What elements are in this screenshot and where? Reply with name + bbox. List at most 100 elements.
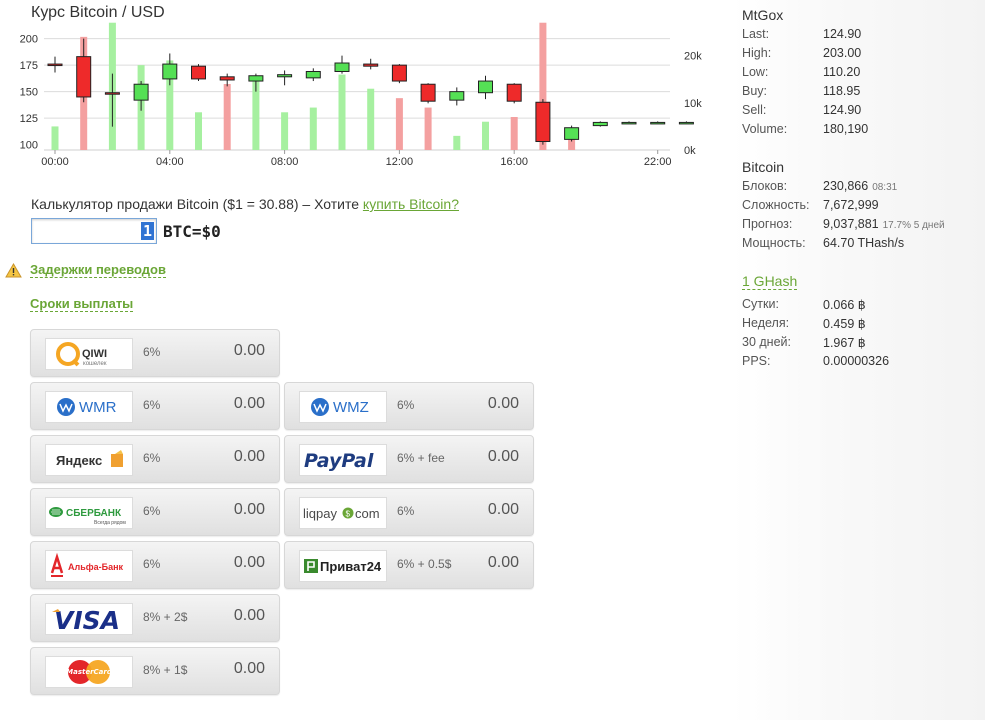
wmz-amount: 0.00 (487, 395, 519, 412)
bitcoin-value: 9,037,881 (823, 217, 879, 231)
mtgox-value: 180,190 (823, 122, 869, 136)
qiwi-fee: 6% (143, 345, 161, 359)
sberbank-logo-text: СБЕРБАНК (66, 508, 122, 519)
y2-tick-label: 20k (684, 51, 702, 63)
tile-sberbank[interactable]: СБЕРБАНК Всегда рядом 6% 0.00 (30, 488, 280, 536)
y-tick-label: 175 (20, 60, 38, 72)
price-chart: 200 175 150 125 100 20k 10k 0k 00:00 04:00 08:00 12… (20, 22, 702, 168)
ghash-key: PPS: (742, 354, 771, 368)
mtgox-key: Buy: (742, 84, 768, 98)
candle-body (506, 83, 522, 102)
tile-qiwi[interactable]: QIWI кошелек 6% 0.00 (30, 329, 280, 377)
mtgox-key: Last: (742, 27, 770, 41)
qiwi-logo-sub: кошелек (83, 361, 107, 367)
bitcoin-key: Сложность: (742, 198, 810, 212)
volume-bar (424, 107, 432, 150)
y-tick-label: 200 (20, 34, 38, 46)
paypal-fee: 6% + fee (397, 451, 445, 465)
tile-alfa[interactable]: Альфа-Банк 6% 0.00 (30, 541, 280, 589)
mtgox-key: Low: (742, 65, 769, 79)
candle-body (248, 75, 264, 82)
candle-body (420, 83, 436, 102)
chart-title: Курс Bitcoin / USD (31, 4, 165, 21)
bitcoin-title: Bitcoin (742, 159, 785, 175)
wmr-amount: 0.00 (233, 395, 265, 412)
mastercard-logo: MasterCard (45, 656, 133, 688)
sberbank-fee: 6% (143, 504, 161, 518)
tile-yandex[interactable]: Яндекс 6% 0.00 (30, 435, 280, 483)
mtgox-value: 203.00 (823, 46, 862, 60)
candle-body (277, 74, 293, 78)
sberbank-logo: СБЕРБАНК Всегда рядом (45, 497, 133, 529)
ghash-link[interactable]: 1 GHash (742, 273, 798, 290)
calc-result: BTC=$0 (163, 221, 221, 241)
y2-tick-label: 10k (684, 98, 702, 110)
wmz-logo: WMZ (299, 391, 387, 423)
svg-text:$: $ (346, 510, 351, 519)
x-tick-label: 00:00 (41, 156, 69, 168)
candle-body (47, 63, 63, 67)
mastercard-fee: 8% + 1$ (143, 663, 188, 677)
candle-body (219, 76, 235, 81)
volume-bar (453, 135, 461, 150)
x-tick-label: 08:00 (271, 156, 299, 168)
candle-body (650, 121, 666, 125)
tile-liqpay[interactable]: liqpay $ com 6% 0.00 (284, 488, 534, 536)
terms-link[interactable]: Сроки выплаты (30, 296, 134, 312)
x-tick-label: 12:00 (386, 156, 414, 168)
yandex-fee: 6% (143, 451, 161, 465)
visa-fee: 8% + 2$ (143, 610, 188, 624)
volume-bar (367, 88, 375, 150)
candle-body (162, 63, 178, 80)
tile-wmr[interactable]: WMR 6% 0.00 (30, 382, 280, 430)
stats-sidebar: MtGox Last: 124.90 High: 203.00 Low: 110.20… (732, 0, 985, 720)
wmz-logo-text: WMZ (333, 399, 369, 416)
privat24-logo: Приват24 (299, 550, 387, 582)
volume-bar (510, 117, 518, 150)
tile-privat24[interactable]: Приват24 6% + 0.5$ 0.00 (284, 541, 534, 589)
paypal-logo: PayPal (299, 444, 387, 476)
buy-bitcoin-link[interactable]: купить Bitcoin? (363, 196, 459, 212)
qiwi-amount: 0.00 (233, 342, 265, 359)
wmr-logo: WMR (45, 391, 133, 423)
mtgox-value: 118.95 (823, 84, 861, 98)
mtgox-value: 110.20 (823, 65, 861, 79)
bitcoin-key: Прогноз: (742, 217, 793, 231)
candle-body (363, 63, 379, 67)
tile-visa[interactable]: VISA 8% + 2$ 0.00 (30, 594, 280, 642)
candle-body (104, 92, 120, 95)
candle-body (535, 101, 551, 143)
bitcoin-value: 64.70 THash/s (823, 236, 905, 250)
candle-body (76, 56, 92, 98)
candle-body (449, 91, 465, 101)
volume-bar (195, 112, 202, 150)
ghash-value: 0.066 ฿ (823, 298, 866, 312)
y-tick-label: 100 (20, 140, 38, 152)
candle-body (191, 65, 206, 80)
mtgox-value: 124.90 (823, 103, 862, 117)
tile-paypal[interactable]: PayPal 6% + fee 0.00 (284, 435, 534, 483)
btc-amount-input[interactable]: 1 (31, 218, 157, 244)
alfa-fee: 6% (143, 557, 161, 571)
tile-wmz[interactable]: WMZ 6% 0.00 (284, 382, 534, 430)
bitcoin-sub: 17.7% 5 дней (882, 220, 945, 231)
ghash-value: 0.00000326 (823, 354, 890, 368)
candle-body (305, 70, 321, 79)
tile-mastercard[interactable]: MasterCard 8% + 1$ 0.00 (30, 647, 280, 695)
liqpay-logo: liqpay $ com (299, 497, 387, 529)
mtgox-key: Volume: (742, 122, 788, 136)
wmz-fee: 6% (397, 398, 415, 412)
y2-tick-label: 0k (684, 145, 696, 157)
delays-row: Задержки переводов (5, 262, 166, 278)
page: Курс Bitcoin / USD 200 175 150 125 100 20k 10k… (0, 0, 985, 720)
volume-bar (395, 98, 403, 150)
delays-link[interactable]: Задержки переводов (30, 262, 166, 278)
privat24-logo-text: Приват24 (320, 559, 382, 574)
mastercard-amount: 0.00 (233, 660, 265, 677)
bitcoin-value: 7,672,999 (823, 198, 879, 212)
alfa-amount: 0.00 (233, 554, 265, 571)
y-tick-label: 125 (20, 113, 38, 125)
ghash-key: 30 дней: (742, 335, 791, 349)
yandex-amount: 0.00 (233, 448, 265, 465)
candle-body (478, 80, 493, 94)
